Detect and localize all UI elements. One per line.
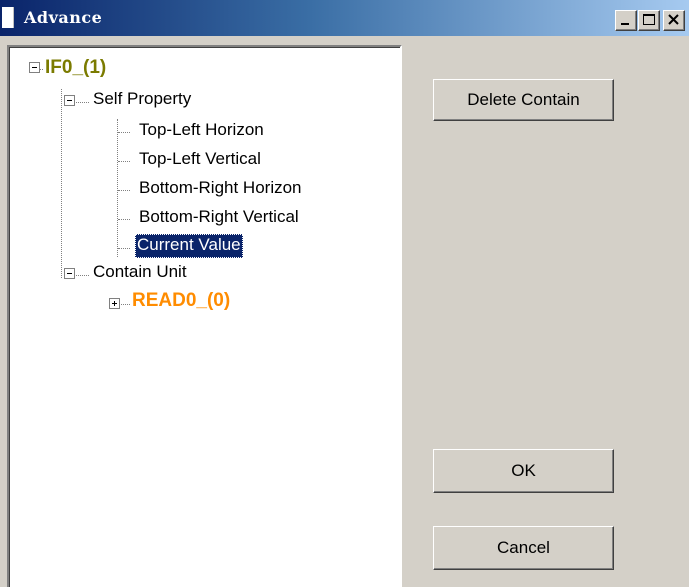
tree-node-current-value[interactable]: Current Value [135,234,243,258]
collapse-icon[interactable] [64,95,75,106]
expand-icon[interactable] [109,298,120,309]
tree-node-self-property[interactable]: Self Property [93,88,191,112]
collapse-icon[interactable] [64,268,75,279]
tree-connector [118,190,130,191]
collapse-icon[interactable] [29,62,40,73]
tree-node-top-left-vertical[interactable]: Top-Left Vertical [139,148,261,172]
tree-node-bottom-right-horizon[interactable]: Bottom-Right Horizon [139,177,302,201]
tree-node-root[interactable]: IF0_(1) [45,57,106,81]
tree-connector [118,248,130,249]
close-button[interactable] [663,10,685,31]
delete-contain-button[interactable]: Delete Contain [433,79,614,121]
close-icon [668,14,679,25]
maximize-button[interactable] [638,10,660,31]
minimize-icon [621,23,629,25]
advance-dialog: Advance IF0_(1) Self Property Top-Left H… [0,0,689,587]
cancel-button[interactable]: Cancel [433,526,614,570]
ok-button[interactable]: OK [433,449,614,493]
tree-node-contain-unit[interactable]: Contain Unit [93,261,187,285]
maximize-icon [643,14,655,25]
title-bar[interactable]: Advance [0,0,689,36]
tree-connector [117,119,118,257]
tree-connector [118,161,130,162]
property-tree[interactable]: IF0_(1) Self Property Top-Left Horizon T… [7,45,402,587]
tree-node-bottom-right-vertical[interactable]: Bottom-Right Vertical [139,206,299,230]
tree-connector [118,219,130,220]
window-icon [2,7,14,28]
tree-connector [61,89,62,278]
tree-connector [118,132,130,133]
minimize-button[interactable] [615,10,637,31]
window-title: Advance [24,8,103,27]
tree-node-read0[interactable]: READ0_(0) [132,290,230,314]
tree-node-top-left-horizon[interactable]: Top-Left Horizon [139,119,264,143]
